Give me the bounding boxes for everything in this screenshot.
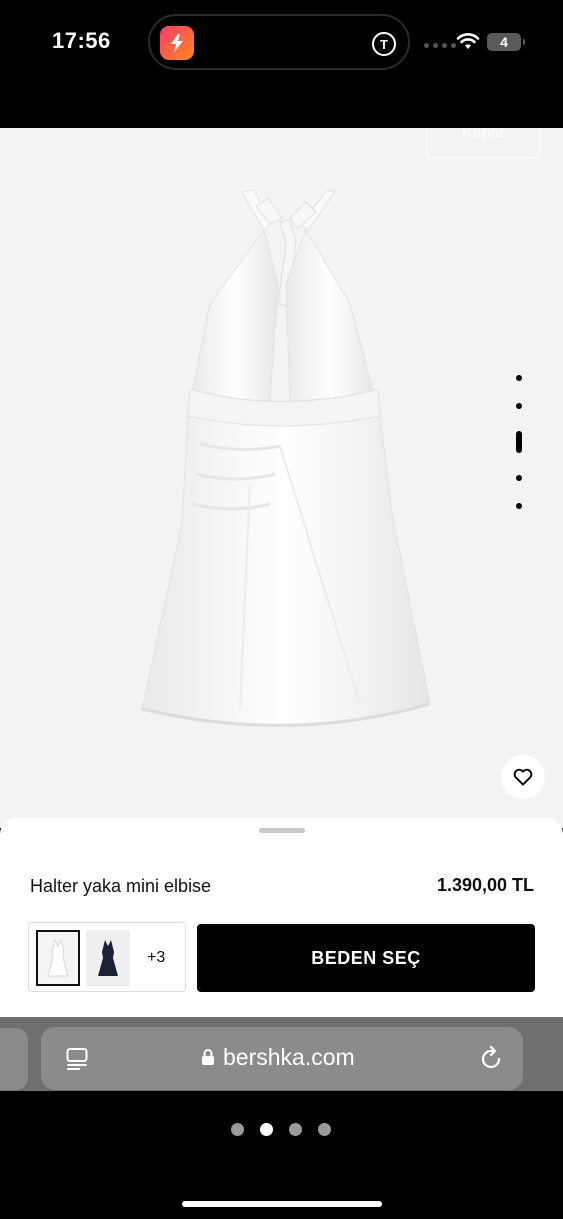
dynamic-island: T [148,14,410,70]
image-pagination[interactable] [516,375,522,531]
page-dot[interactable] [318,1123,331,1136]
color-swatch-navy[interactable] [86,930,130,986]
more-colors-count[interactable]: +3 [147,949,165,967]
close-button[interactable]: Kapat [426,128,540,158]
previous-tab[interactable] [0,1028,28,1090]
cellular-signal-icon [424,43,456,48]
image-dot-active[interactable] [516,431,522,453]
bottom-area [0,1091,563,1219]
product-image [130,184,431,739]
tab-page-indicator[interactable] [231,1123,331,1136]
color-selector[interactable]: +3 [28,922,186,992]
browser-toolbar: bershka.com [0,1017,563,1091]
product-name: Halter yaka mini elbise [30,876,212,896]
image-dot[interactable] [516,375,522,381]
reader-mode-icon[interactable] [65,1047,89,1071]
product-price: 1.390,00 TL [436,875,534,895]
color-swatch-white[interactable] [36,930,80,986]
status-bar: 17:56 T 4 [0,0,563,128]
page-dot[interactable] [289,1123,302,1136]
lightning-icon[interactable] [160,26,194,60]
image-dot[interactable] [516,503,522,509]
status-time: 17:56 [52,28,111,53]
home-indicator[interactable] [182,1201,382,1207]
sheet-handle[interactable] [259,828,305,833]
page-dot-active[interactable] [260,1123,273,1136]
heart-icon [513,768,533,786]
select-size-button[interactable]: BEDEN SEÇ [197,924,535,992]
address-bar[interactable]: bershka.com [41,1027,523,1090]
reload-icon[interactable] [479,1045,503,1071]
image-dot[interactable] [516,403,522,409]
favorite-button[interactable] [501,755,545,799]
product-sheet: Halter yaka mini elbise 1.390,00 TL +3 B… [0,818,563,1018]
product-image-viewer[interactable]: Kapat [0,128,563,828]
url-text[interactable]: bershka.com [223,1044,355,1071]
lock-icon [202,1049,214,1065]
page-dot[interactable] [231,1123,244,1136]
image-dot[interactable] [516,475,522,481]
island-badge: T [372,32,396,56]
battery-indicator: 4 [487,33,525,51]
wifi-icon [456,33,480,56]
